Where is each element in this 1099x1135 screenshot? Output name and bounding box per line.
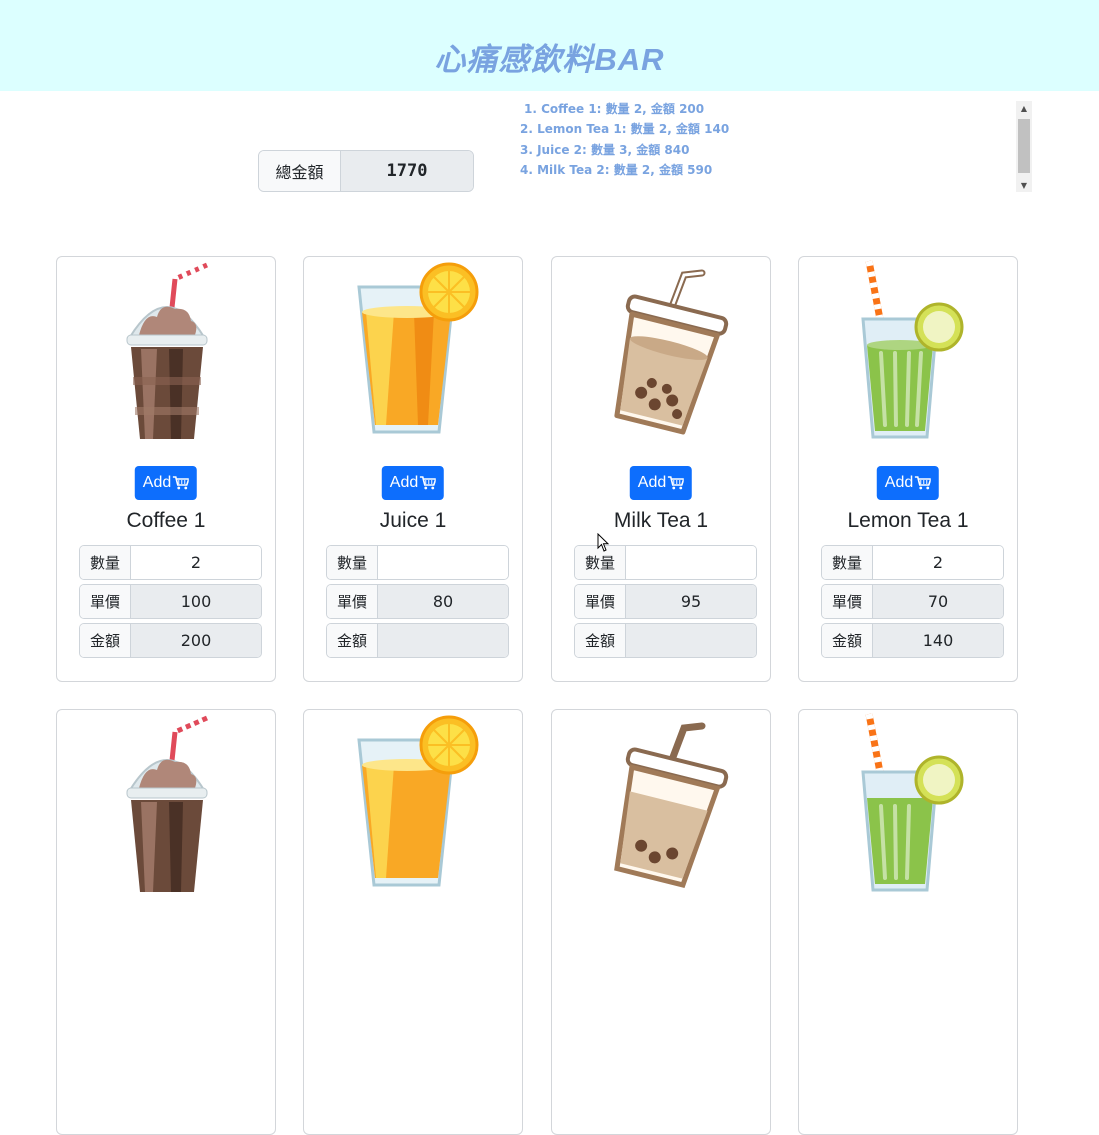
cart-icon (668, 476, 685, 490)
cart-icon (420, 476, 437, 490)
amount-field: 金額 140 (821, 623, 1004, 658)
amount-label: 金額 (822, 624, 873, 657)
product-card-coffee-1: Add Coffee 1 數量 2 單價 100 金額 200 (56, 256, 276, 682)
amount-label: 金額 (327, 624, 378, 657)
lemon-tea-icon (861, 260, 964, 439)
header-banner: 心痛感飲料BAR (0, 0, 1099, 91)
scroll-thumb[interactable] (1018, 119, 1030, 173)
order-list-scrollbar[interactable]: ▲ ▼ (1016, 101, 1032, 192)
coffee-frappe-icon (126, 715, 209, 892)
scroll-up-arrow-icon[interactable]: ▲ (1016, 101, 1032, 115)
add-button-label: Add (142, 474, 172, 491)
page-title: 心痛感飲料BAR (434, 42, 665, 77)
price-value: 100 (131, 585, 261, 618)
add-button-label: Add (389, 474, 419, 491)
price-label: 單價 (80, 585, 131, 618)
bubble-milk-tea-icon (614, 269, 729, 435)
price-value: 95 (626, 585, 756, 618)
order-item: 2. Lemon Tea 1: 數量 2, 金額 140 (520, 122, 730, 137)
product-name: Milk Tea 1 (613, 509, 709, 532)
price-label: 單價 (327, 585, 378, 618)
price-value: 70 (873, 585, 1003, 618)
orange-juice-icon (357, 262, 479, 434)
product-card-juice-1: Add Juice 1 數量 單價 80 金額 (303, 256, 523, 682)
product-card-coffee-2 (56, 709, 276, 1135)
total-amount-value: 1770 (341, 151, 473, 191)
product-name: Lemon Tea 1 (847, 509, 969, 532)
amount-value: 200 (131, 624, 261, 657)
quantity-input[interactable] (378, 546, 508, 579)
quantity-field: 數量 2 (79, 545, 262, 580)
amount-label: 金額 (80, 624, 131, 657)
amount-value (378, 624, 508, 657)
total-amount-group: 總金額 1770 (258, 150, 474, 192)
product-name: Juice 1 (379, 509, 447, 532)
quantity-input[interactable]: 2 (873, 546, 1003, 579)
cart-icon (915, 476, 932, 490)
scroll-down-arrow-icon[interactable]: ▼ (1016, 178, 1032, 192)
orange-juice-icon (357, 715, 479, 887)
amount-field: 金額 (574, 623, 757, 658)
product-card-milk-tea-1: Add Milk Tea 1 數量 單價 95 金額 (551, 256, 771, 682)
price-field: 單價 100 (79, 584, 262, 619)
amount-label: 金額 (575, 624, 626, 657)
amount-value: 140 (873, 624, 1003, 657)
product-card-lemon-tea-2 (798, 709, 1018, 1135)
add-to-cart-button[interactable]: Add (876, 466, 940, 500)
order-item: 3. Juice 2: 數量 3, 金額 840 (520, 142, 690, 157)
price-field: 單價 95 (574, 584, 757, 619)
add-to-cart-button[interactable]: Add (134, 466, 198, 500)
quantity-field: 數量 2 (821, 545, 1004, 580)
quantity-input[interactable]: 2 (131, 546, 261, 579)
product-name: Coffee 1 (126, 509, 206, 532)
amount-value (626, 624, 756, 657)
amount-field: 金額 200 (79, 623, 262, 658)
order-item: 4. Milk Tea 2: 數量 2, 金額 590 (520, 162, 713, 177)
cart-icon (173, 476, 190, 490)
quantity-label: 數量 (327, 546, 378, 579)
order-list: 1. Coffee 1: 數量 2, 金額 200 2. Lemon Tea 1… (512, 99, 1016, 193)
coffee-frappe-icon (126, 262, 209, 439)
price-field: 單價 70 (821, 584, 1004, 619)
quantity-field: 數量 (326, 545, 509, 580)
price-field: 單價 80 (326, 584, 509, 619)
add-to-cart-button[interactable]: Add (381, 466, 445, 500)
quantity-label: 數量 (822, 546, 873, 579)
quantity-input[interactable] (626, 546, 756, 579)
price-label: 單價 (575, 585, 626, 618)
add-button-label: Add (637, 474, 667, 491)
product-card-lemon-tea-1: Add Lemon Tea 1 數量 2 單價 70 金額 140 (798, 256, 1018, 682)
amount-field: 金額 (326, 623, 509, 658)
bubble-milk-tea-icon (614, 722, 729, 888)
quantity-label: 數量 (80, 546, 131, 579)
product-card-juice-2 (303, 709, 523, 1135)
mouse-cursor-icon (597, 533, 610, 552)
add-to-cart-button[interactable]: Add (629, 466, 693, 500)
total-amount-label: 總金額 (259, 151, 341, 191)
lemon-tea-icon (861, 713, 964, 892)
order-list-box[interactable]: 1. Coffee 1: 數量 2, 金額 200 2. Lemon Tea 1… (512, 99, 1032, 193)
add-button-label: Add (884, 474, 914, 491)
price-value: 80 (378, 585, 508, 618)
product-card-milk-tea-2 (551, 709, 771, 1135)
order-item: 1. Coffee 1: 數量 2, 金額 200 (524, 102, 705, 116)
price-label: 單價 (822, 585, 873, 618)
